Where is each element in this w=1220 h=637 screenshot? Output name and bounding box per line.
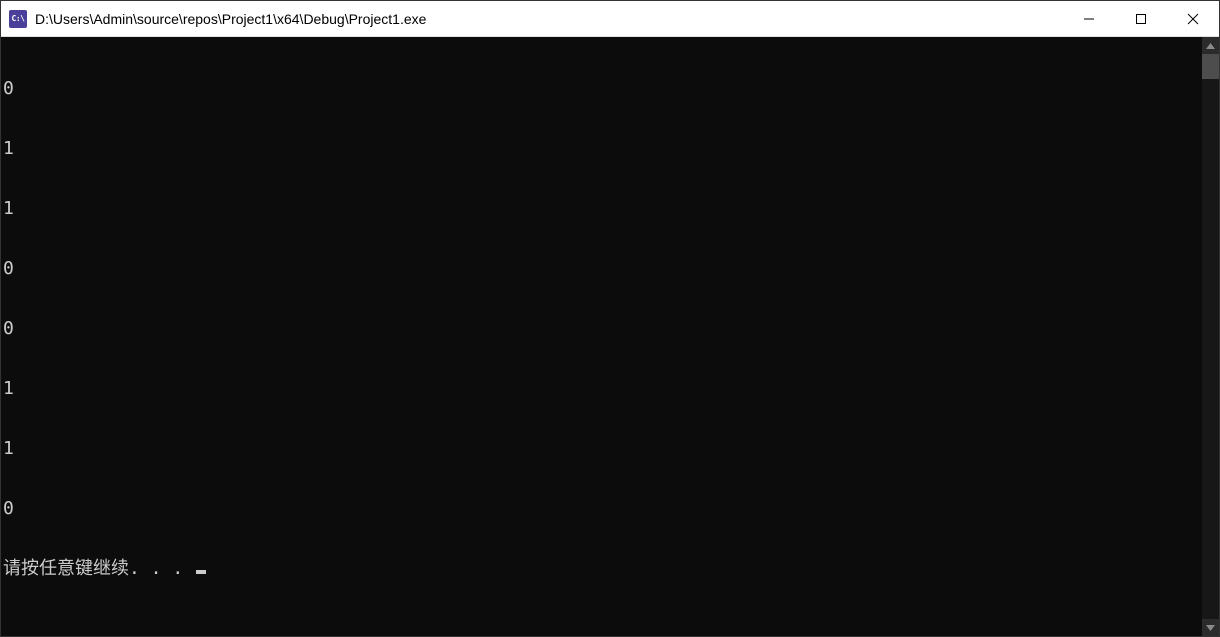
cursor	[196, 570, 206, 574]
output-line: 0	[3, 319, 1200, 339]
output-line: 1	[3, 139, 1200, 159]
titlebar[interactable]: C:\ D:\Users\Admin\source\repos\Project1…	[1, 1, 1219, 37]
close-icon	[1187, 13, 1199, 25]
app-icon-label: C:\	[12, 14, 25, 23]
chevron-up-icon	[1206, 43, 1215, 49]
content-area: 0 1 1 0 0 1 1 0 请按任意键继续. . .	[1, 37, 1219, 636]
output-line: 1	[3, 379, 1200, 399]
output-line: 0	[3, 259, 1200, 279]
maximize-icon	[1135, 13, 1147, 25]
chevron-down-icon	[1206, 625, 1215, 631]
scroll-up-button[interactable]	[1202, 37, 1219, 54]
window-controls	[1063, 1, 1219, 36]
vertical-scrollbar[interactable]	[1202, 37, 1219, 636]
maximize-button[interactable]	[1115, 1, 1167, 36]
scroll-down-button[interactable]	[1202, 619, 1219, 636]
close-button[interactable]	[1167, 1, 1219, 36]
output-line: 1	[3, 199, 1200, 219]
scroll-thumb[interactable]	[1202, 54, 1219, 79]
console-window: C:\ D:\Users\Admin\source\repos\Project1…	[0, 0, 1220, 637]
output-line: 1	[3, 439, 1200, 459]
window-title: D:\Users\Admin\source\repos\Project1\x64…	[35, 11, 1063, 27]
app-icon: C:\	[9, 10, 27, 28]
prompt-line-wrap: 请按任意键继续. . .	[3, 559, 1200, 579]
output-line: 0	[3, 79, 1200, 99]
prompt-text: 请按任意键继续. . .	[3, 559, 194, 579]
scroll-track[interactable]	[1202, 54, 1219, 619]
minimize-button[interactable]	[1063, 1, 1115, 36]
minimize-icon	[1083, 13, 1095, 25]
console-output[interactable]: 0 1 1 0 0 1 1 0 请按任意键继续. . .	[1, 37, 1202, 636]
output-line: 0	[3, 499, 1200, 519]
